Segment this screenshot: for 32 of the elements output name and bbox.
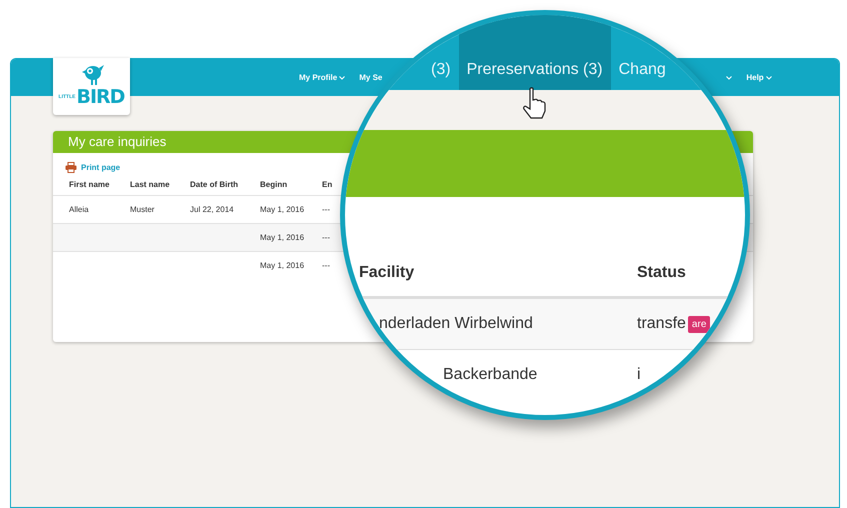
column-header: Facility <box>358 264 416 282</box>
logo-wordmark: BIRD <box>76 86 124 108</box>
nav-menu-item[interactable]: Help <box>746 73 772 82</box>
column-header: First name <box>69 180 110 188</box>
table-cell: --- <box>322 261 330 270</box>
print-page-link[interactable]: Print page <box>81 163 120 172</box>
nav-tab[interactable]: (3) <box>423 15 459 90</box>
nav-tab[interactable]: Prereservations (3) <box>458 15 611 90</box>
status-cell: transfe <box>637 315 686 333</box>
status-cell: i <box>637 366 641 384</box>
caret-icon[interactable] <box>726 76 732 80</box>
table-cell: --- <box>322 233 330 242</box>
column-header: Date of Birth <box>190 180 239 188</box>
table-cell: Alleia <box>69 205 89 214</box>
column-header: Beginn <box>260 180 288 188</box>
table-cell: --- <box>322 205 330 214</box>
column-header: En <box>322 180 334 188</box>
table-cell: May 1, 2016 <box>260 205 304 214</box>
facility-cell-text: Backerbande <box>442 366 538 384</box>
column-header: Status <box>637 264 686 282</box>
printer-icon <box>65 162 77 173</box>
table-cell: Muster <box>130 205 154 214</box>
nav-tab[interactable]: Chang <box>610 15 674 90</box>
nav-menu-item[interactable]: My Profile <box>299 73 346 82</box>
status-badge: are <box>688 316 710 332</box>
nav-menu-item[interactable]: My Se <box>359 73 382 82</box>
facility-cell-text: nderladen Wirbelwind <box>378 315 534 333</box>
hand-cursor-icon <box>522 87 546 119</box>
table-cell: May 1, 2016 <box>260 233 304 242</box>
table-cell: Jul 22, 2014 <box>190 205 234 214</box>
table-cell: May 1, 2016 <box>260 261 304 270</box>
column-header: Last name <box>130 180 171 188</box>
